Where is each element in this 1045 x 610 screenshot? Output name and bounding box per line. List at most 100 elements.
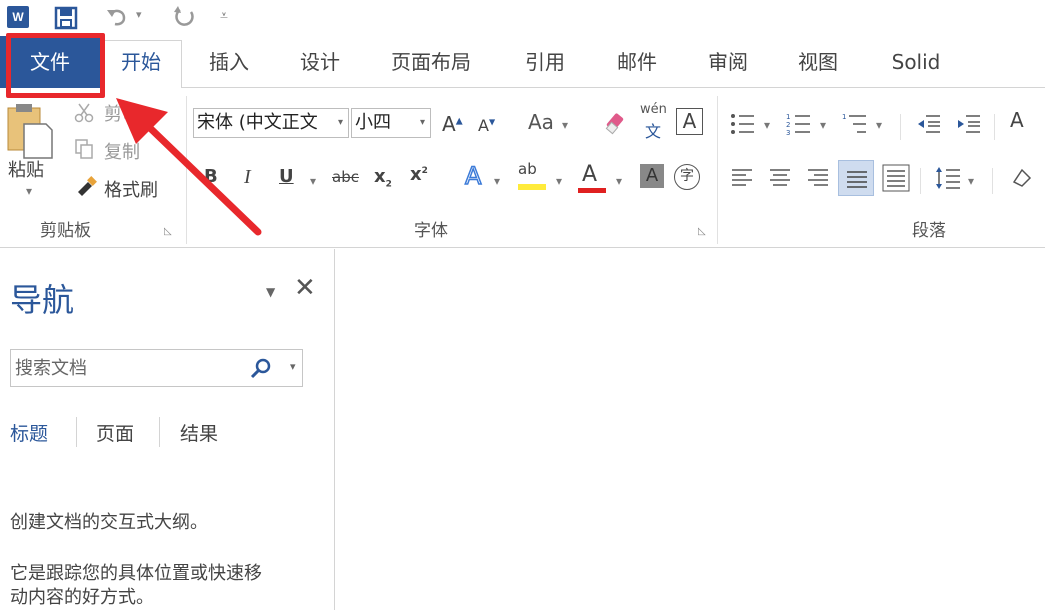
tab-results[interactable]: 结果 (180, 419, 218, 446)
tab-pages[interactable]: 页面 (96, 419, 134, 446)
svg-text:1: 1 (786, 113, 790, 121)
tab-review[interactable]: 审阅 (705, 46, 751, 88)
subscript-button[interactable]: x2 (374, 166, 392, 190)
text-effects-dropdown-icon[interactable]: ▾ (494, 174, 500, 188)
highlight-button[interactable]: ab (518, 160, 537, 178)
multilevel-list-icon[interactable]: 1 (842, 112, 868, 136)
tab-insert[interactable]: 插入 (206, 46, 252, 88)
font-color-swatch (578, 188, 606, 193)
align-right-icon[interactable] (806, 166, 830, 188)
navigation-title: 导航 (10, 281, 75, 319)
paste-label[interactable]: 粘贴 (8, 156, 44, 182)
underline-button[interactable]: U (279, 166, 294, 187)
pane-options-icon[interactable]: ▼ (266, 285, 275, 299)
paragraph-group-label: 段落 (912, 221, 946, 241)
search-dropdown-icon[interactable]: ▾ (290, 360, 296, 373)
decrease-indent-icon[interactable] (916, 112, 942, 136)
document-area[interactable] (336, 249, 1045, 610)
italic-button[interactable]: I (244, 166, 251, 189)
format-painter-icon[interactable] (74, 176, 98, 198)
customize-toolbar-icon[interactable]: ⩡ (220, 8, 228, 24)
character-shading-button[interactable]: A (640, 164, 664, 188)
paste-icon[interactable] (6, 102, 56, 160)
redo-icon[interactable] (172, 4, 198, 30)
cut-button[interactable]: 剪切 (104, 100, 140, 126)
increase-indent-icon[interactable] (956, 112, 982, 136)
tab-view[interactable]: 视图 (795, 46, 841, 88)
phonetic-guide-bottom[interactable]: 文 (645, 118, 661, 142)
font-name-combo[interactable]: 宋体 (中文正文 ▾ (193, 108, 349, 138)
justify-button[interactable] (838, 160, 874, 196)
group-divider (186, 96, 187, 244)
change-case-button[interactable]: Aa (528, 110, 554, 134)
tab-mailings[interactable]: 邮件 (614, 46, 660, 88)
group-divider (717, 96, 718, 244)
font-launcher-icon[interactable]: ◺ (698, 226, 706, 237)
font-color-button[interactable]: A (582, 162, 597, 187)
font-name-dropdown-icon[interactable]: ▾ (338, 109, 343, 137)
distributed-icon[interactable] (882, 164, 910, 192)
bullets-dropdown-icon[interactable]: ▾ (764, 118, 770, 132)
font-size-dropdown-icon[interactable]: ▾ (420, 109, 425, 137)
character-border-button[interactable]: A (676, 108, 703, 135)
text-effects-button[interactable]: A (464, 161, 482, 191)
numbering-icon[interactable]: 123 (786, 112, 812, 136)
multilevel-list-dropdown-icon[interactable]: ▾ (876, 118, 882, 132)
font-size-combo[interactable]: 小四 ▾ (351, 108, 431, 138)
paste-dropdown-icon[interactable]: ▾ (26, 184, 32, 198)
font-color-dropdown-icon[interactable]: ▾ (616, 174, 622, 188)
justify-icon (847, 171, 867, 188)
shrink-font-icon[interactable]: A▼ (478, 116, 495, 135)
line-spacing-dropdown-icon[interactable]: ▾ (968, 174, 974, 188)
scissors-icon[interactable] (74, 102, 94, 124)
copy-icon[interactable] (74, 138, 94, 160)
tab-page-layout[interactable]: 页面布局 (388, 46, 474, 88)
ribbon: 粘贴 ▾ 剪切 复制 格式刷 剪贴板 ◺ 宋体 (中文正文 ▾ 小四 ▾ A▲ … (0, 88, 1045, 248)
underline-dropdown-icon[interactable]: ▾ (310, 174, 316, 188)
toolbar-divider (994, 114, 995, 140)
tab-headings[interactable]: 标题 (10, 419, 48, 446)
font-name-value: 宋体 (中文正文 (197, 112, 318, 133)
ribbon-tabs: 文件 开始 插入 设计 页面布局 引用 邮件 审阅 视图 Solid (0, 36, 1045, 89)
font-size-value: 小四 (355, 112, 391, 133)
search-box[interactable]: ▾ (10, 349, 303, 387)
tab-solid[interactable]: Solid (886, 46, 946, 88)
svg-text:1: 1 (842, 113, 846, 121)
tab-divider (76, 417, 77, 447)
quick-access-toolbar: W ▾ ⩡ (0, 0, 1045, 36)
align-left-icon[interactable] (730, 166, 754, 188)
superscript-button[interactable]: x2 (410, 164, 428, 185)
format-painter-button[interactable]: 格式刷 (104, 176, 158, 202)
toolbar-divider (992, 168, 993, 194)
undo-dropdown-icon[interactable]: ▾ (136, 8, 142, 21)
tab-references[interactable]: 引用 (522, 46, 568, 88)
save-icon[interactable] (54, 6, 78, 30)
enclose-characters-button[interactable]: 字 (674, 164, 700, 190)
copy-button[interactable]: 复制 (104, 138, 140, 164)
search-icon[interactable] (249, 357, 273, 381)
toolbar-divider (900, 114, 901, 140)
undo-icon[interactable] (104, 4, 130, 30)
subscript-label: x (374, 166, 386, 187)
chinese-layout-icon[interactable]: A (1010, 108, 1024, 132)
highlight-dropdown-icon[interactable]: ▾ (556, 174, 562, 188)
bullets-icon[interactable] (730, 112, 756, 136)
tab-design[interactable]: 设计 (297, 46, 343, 88)
nav-help-line-3: 动内容的好方式。 (10, 587, 154, 608)
close-icon[interactable]: ✕ (294, 273, 316, 303)
numbering-dropdown-icon[interactable]: ▾ (820, 118, 826, 132)
tab-home[interactable]: 开始 (100, 40, 182, 89)
clipboard-launcher-icon[interactable]: ◺ (164, 226, 172, 237)
phonetic-guide-top[interactable]: wén (640, 102, 667, 117)
search-input[interactable] (11, 350, 241, 386)
grow-font-icon[interactable]: A▲ (442, 112, 463, 136)
align-center-icon[interactable] (768, 166, 792, 188)
paragraph-shading-icon[interactable] (1008, 164, 1038, 192)
clear-formatting-icon[interactable] (604, 110, 630, 136)
change-case-dropdown-icon[interactable]: ▾ (562, 118, 568, 132)
line-spacing-icon[interactable] (934, 164, 962, 192)
navigation-pane: 导航 ▼ ✕ ▾ 标题 页面 结果 创建文档的交互式大纲。 它是跟踪您的具体位置… (0, 249, 335, 610)
strikethrough-button[interactable]: abc (332, 168, 359, 186)
bold-button[interactable]: B (204, 166, 218, 187)
word-logo-icon: W (7, 6, 29, 28)
